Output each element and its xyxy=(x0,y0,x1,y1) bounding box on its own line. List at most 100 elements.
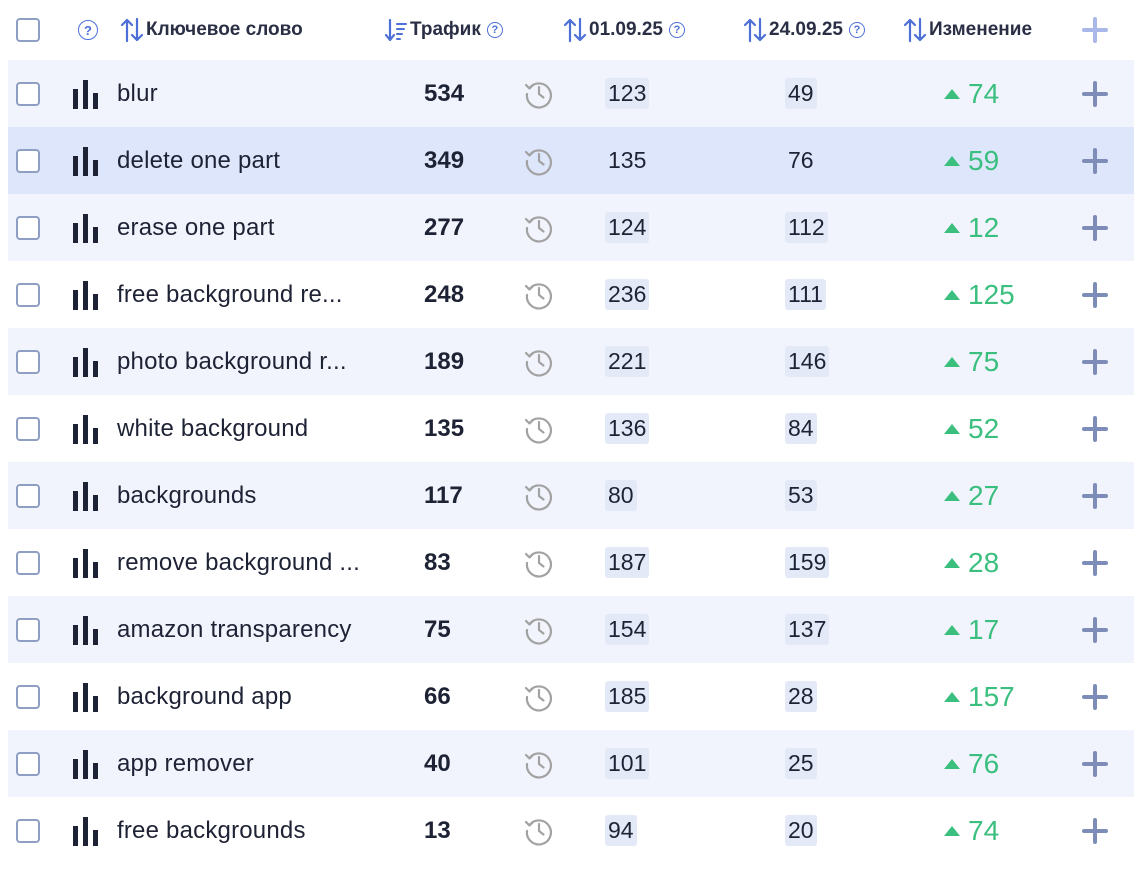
table-row[interactable]: app remover 40 101 25 76 xyxy=(8,730,1134,797)
history-clock-icon[interactable] xyxy=(524,127,554,194)
add-plus-icon[interactable] xyxy=(1082,147,1108,174)
date2-column-header[interactable]: 24.09.25 ? xyxy=(743,0,865,60)
history-clock-icon[interactable] xyxy=(524,60,554,127)
change-value: 59 xyxy=(968,144,1000,176)
bar-chart-icon[interactable] xyxy=(72,663,102,730)
table-row[interactable]: backgrounds 117 80 53 27 xyxy=(8,462,1134,529)
row-checkbox[interactable] xyxy=(16,751,40,776)
add-plus-icon[interactable] xyxy=(1082,281,1108,308)
add-plus-icon[interactable] xyxy=(1082,549,1108,576)
keyword-cell[interactable]: free backgrounds xyxy=(117,797,387,864)
bar-chart-icon[interactable] xyxy=(72,60,102,127)
keyword-column-header[interactable]: Ключевое слово xyxy=(120,0,303,60)
add-plus-icon[interactable] xyxy=(1082,214,1108,241)
add-plus-icon[interactable] xyxy=(1082,348,1108,375)
bar-chart-icon[interactable] xyxy=(72,596,102,663)
traffic-value: 83 xyxy=(424,548,451,576)
question-circle-icon[interactable]: ? xyxy=(848,22,865,38)
date2-cell: 76 xyxy=(785,127,885,194)
row-checkbox[interactable] xyxy=(16,684,40,709)
date1-column-header[interactable]: 01.09.25 ? xyxy=(563,0,685,60)
date2-cell: 49 xyxy=(785,60,885,127)
bar-chart-icon[interactable] xyxy=(72,194,102,261)
change-column-header[interactable]: Изменение xyxy=(903,0,1032,60)
keyword-cell[interactable]: background app xyxy=(117,663,387,730)
help-cell: ? xyxy=(78,0,98,60)
sort-arrows-icon[interactable] xyxy=(120,17,144,43)
sort-arrows-icon[interactable] xyxy=(563,17,587,43)
history-clock-icon[interactable] xyxy=(524,462,554,529)
history-clock-icon[interactable] xyxy=(524,730,554,797)
question-circle-icon[interactable]: ? xyxy=(78,20,98,40)
bar-chart-icon[interactable] xyxy=(72,529,102,596)
bar-chart-icon[interactable] xyxy=(72,797,102,864)
row-checkbox[interactable] xyxy=(16,416,40,441)
keyword-cell[interactable]: remove background ... xyxy=(117,529,387,596)
add-plus-icon[interactable] xyxy=(1082,817,1108,844)
row-checkbox[interactable] xyxy=(16,282,40,307)
table-row[interactable]: free background re... 248 236 111 125 xyxy=(8,261,1134,328)
table-row[interactable]: erase one part 277 124 112 12 xyxy=(8,194,1134,261)
triangle-up-icon xyxy=(944,557,960,568)
bar-chart-icon[interactable] xyxy=(72,328,102,395)
row-checkbox[interactable] xyxy=(16,483,40,508)
add-plus-icon[interactable] xyxy=(1082,415,1108,442)
question-circle-icon[interactable]: ? xyxy=(668,22,685,38)
row-checkbox-cell xyxy=(16,127,44,194)
row-checkbox[interactable] xyxy=(16,349,40,374)
keyword-cell[interactable]: backgrounds xyxy=(117,462,387,529)
history-clock-icon[interactable] xyxy=(524,529,554,596)
sort-arrows-icon[interactable] xyxy=(743,17,767,43)
table-row[interactable]: free backgrounds 13 94 20 74 xyxy=(8,797,1134,864)
row-checkbox[interactable] xyxy=(16,148,40,173)
history-clock-icon[interactable] xyxy=(524,395,554,462)
history-clock-icon[interactable] xyxy=(524,797,554,864)
add-plus-icon[interactable] xyxy=(1082,80,1108,107)
bar-chart-icon[interactable] xyxy=(72,127,102,194)
traffic-cell: 135 xyxy=(424,395,504,462)
add-all-plus-icon[interactable] xyxy=(1082,17,1108,43)
keyword-cell[interactable]: blur xyxy=(117,60,387,127)
table-row[interactable]: amazon transparency 75 154 137 17 xyxy=(8,596,1134,663)
history-clock-icon[interactable] xyxy=(524,328,554,395)
table-row[interactable]: background app 66 185 28 157 xyxy=(8,663,1134,730)
sort-desc-icon[interactable] xyxy=(384,17,408,43)
add-plus-icon[interactable] xyxy=(1082,616,1108,643)
bar-chart-icon[interactable] xyxy=(72,730,102,797)
keyword-cell[interactable]: erase one part xyxy=(117,194,387,261)
keyword-cell[interactable]: amazon transparency xyxy=(117,596,387,663)
table-row[interactable]: remove background ... 83 187 159 28 xyxy=(8,529,1134,596)
add-plus-icon[interactable] xyxy=(1082,750,1108,777)
table-row[interactable]: delete one part 349 135 76 59 xyxy=(8,127,1134,194)
bar-chart-icon[interactable] xyxy=(72,395,102,462)
sort-arrows-icon[interactable] xyxy=(903,17,927,43)
date2-cell: 53 xyxy=(785,462,885,529)
keyword-cell[interactable]: delete one part xyxy=(117,127,387,194)
history-clock-icon[interactable] xyxy=(524,663,554,730)
date1-value: 187 xyxy=(605,547,650,578)
table-row[interactable]: white background 135 136 84 52 xyxy=(8,395,1134,462)
date1-cell: 123 xyxy=(605,60,705,127)
history-clock-icon[interactable] xyxy=(524,596,554,663)
question-circle-icon[interactable]: ? xyxy=(486,22,503,38)
add-plus-icon[interactable] xyxy=(1082,683,1108,710)
history-clock-icon[interactable] xyxy=(524,194,554,261)
table-row[interactable]: photo background r... 189 221 146 75 xyxy=(8,328,1134,395)
table-row[interactable]: blur 534 123 49 74 xyxy=(8,60,1134,127)
row-checkbox[interactable] xyxy=(16,215,40,240)
bar-chart-icon[interactable] xyxy=(72,261,102,328)
change-cell: 74 xyxy=(944,797,1064,864)
row-checkbox[interactable] xyxy=(16,81,40,106)
add-plus-icon[interactable] xyxy=(1082,482,1108,509)
history-clock-icon[interactable] xyxy=(524,261,554,328)
keyword-cell[interactable]: white background xyxy=(117,395,387,462)
row-checkbox[interactable] xyxy=(16,818,40,843)
select-all-checkbox[interactable] xyxy=(16,18,40,42)
keyword-cell[interactable]: free background re... xyxy=(117,261,387,328)
keyword-cell[interactable]: app remover xyxy=(117,730,387,797)
keyword-cell[interactable]: photo background r... xyxy=(117,328,387,395)
bar-chart-icon[interactable] xyxy=(72,462,102,529)
row-checkbox[interactable] xyxy=(16,617,40,642)
traffic-column-header[interactable]: Трафик ? xyxy=(384,0,503,60)
row-checkbox[interactable] xyxy=(16,550,40,575)
